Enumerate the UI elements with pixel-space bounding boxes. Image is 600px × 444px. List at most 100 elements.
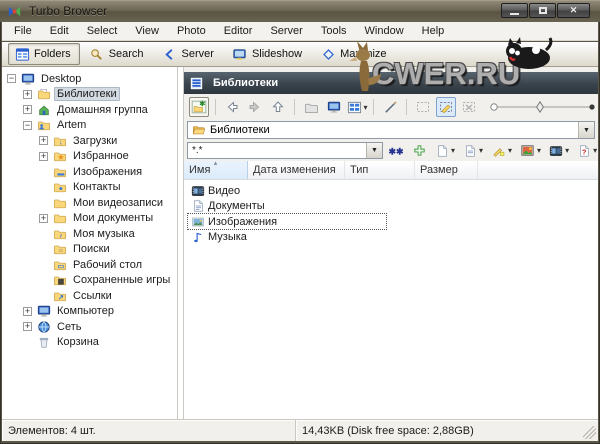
tree-expander-plus[interactable]: + bbox=[39, 136, 48, 146]
tree-item-контакты[interactable]: ● Контакты bbox=[2, 180, 177, 196]
resize-grip-icon[interactable] bbox=[583, 426, 596, 439]
toolbar-separator bbox=[373, 99, 374, 115]
tree-item-рабочий-стол[interactable]: ▭ Рабочий стол bbox=[2, 257, 177, 273]
chevron-down-icon: ▾ bbox=[537, 146, 542, 155]
add-button[interactable] bbox=[409, 142, 430, 160]
monitor-button[interactable] bbox=[324, 97, 344, 117]
menu-tools[interactable]: Tools bbox=[312, 23, 356, 39]
tree-item-мои-видеозаписи[interactable]: Мои видеозаписи bbox=[2, 195, 177, 211]
menu-window[interactable]: Window bbox=[356, 23, 413, 39]
select-edit-icon bbox=[438, 99, 454, 115]
address-combo[interactable]: Библиотеки ▼ bbox=[187, 121, 595, 139]
menu-file[interactable]: File bbox=[5, 23, 41, 39]
toolbar-button-maximize[interactable]: Maximize bbox=[314, 43, 395, 65]
folders-pane-icon: ✱ bbox=[191, 99, 207, 115]
zoom-slider[interactable] bbox=[488, 99, 598, 115]
file-item-видео[interactable]: Видео bbox=[184, 183, 598, 199]
toolbar-button-slideshow[interactable]: Slideshow bbox=[226, 43, 311, 65]
tree-expander-plus[interactable]: + bbox=[23, 306, 32, 316]
tree-item-корзина[interactable]: Корзина bbox=[2, 335, 177, 351]
filter-combo[interactable]: *.* ▼ bbox=[187, 142, 383, 159]
file-item-документы[interactable]: Документы bbox=[184, 199, 598, 215]
new-file-button[interactable]: ▾ bbox=[432, 142, 458, 160]
menu-select[interactable]: Select bbox=[78, 23, 127, 39]
folder-open-icon bbox=[191, 123, 206, 138]
up-button[interactable] bbox=[268, 97, 288, 117]
column-header-размер[interactable]: Размер bbox=[415, 161, 478, 179]
music-file-icon bbox=[190, 230, 205, 245]
tree-item-избранное[interactable]: + ★ Избранное bbox=[2, 149, 177, 165]
folder-favorites-icon: ★ bbox=[52, 149, 67, 164]
tree-item-мои-документы[interactable]: + Мои документы bbox=[2, 211, 177, 227]
column-header-дата-изменения[interactable]: Дата изменения bbox=[248, 161, 345, 179]
pencil-button[interactable] bbox=[380, 97, 400, 117]
film-button[interactable]: ▾ bbox=[546, 142, 572, 160]
toolbar-button-server[interactable]: Server bbox=[156, 43, 223, 65]
tree-item-изображения[interactable]: ▬ Изображения bbox=[2, 164, 177, 180]
list-view-icon bbox=[190, 75, 206, 91]
help-file-button[interactable]: ? ▾ bbox=[574, 142, 600, 160]
column-header-имя[interactable]: ▴ Имя bbox=[184, 160, 248, 179]
tree-expander-minus[interactable]: − bbox=[23, 120, 32, 130]
svg-text:↓: ↓ bbox=[59, 139, 63, 146]
recycle-bin-icon bbox=[36, 335, 51, 350]
minimize-button[interactable] bbox=[501, 3, 528, 18]
status-items-count: Элементов: 4 шт. bbox=[8, 424, 96, 437]
folders-pane-button[interactable]: ✱ bbox=[189, 97, 209, 117]
svg-text:●: ● bbox=[58, 186, 62, 193]
tree-item-моя-музыка[interactable]: ♪ Моя музыка bbox=[2, 226, 177, 242]
open-folder-icon bbox=[304, 100, 319, 115]
menu-help[interactable]: Help bbox=[413, 23, 454, 39]
edit-button[interactable]: ▾ bbox=[488, 142, 515, 160]
status-bar: Элементов: 4 шт. 14,43KB (Disk free spac… bbox=[2, 419, 598, 441]
tree-item-библиотеки[interactable]: + Библиотеки bbox=[2, 87, 177, 103]
select-edit-button[interactable] bbox=[436, 97, 456, 117]
close-button[interactable]: ✕ bbox=[557, 3, 590, 18]
up-icon bbox=[270, 99, 286, 115]
address-dropdown-button[interactable]: ▼ bbox=[578, 122, 594, 138]
pictures-file-icon bbox=[190, 214, 205, 229]
folder-videos-icon bbox=[52, 195, 67, 210]
tree-item-загрузки[interactable]: + ↓ Загрузки bbox=[2, 133, 177, 149]
toolbar-button-folders[interactable]: Folders bbox=[8, 43, 80, 65]
views-button[interactable]: ▾ bbox=[347, 97, 368, 117]
folder-documents-icon bbox=[52, 211, 67, 226]
stars-button[interactable]: ✱✱ bbox=[385, 142, 407, 160]
menu-view[interactable]: View bbox=[126, 23, 168, 39]
tree-expander-minus[interactable]: − bbox=[7, 74, 16, 84]
tree-expander-plus[interactable]: + bbox=[39, 213, 48, 223]
tree-expander-plus[interactable]: + bbox=[23, 105, 32, 115]
menu-server[interactable]: Server bbox=[261, 23, 311, 39]
maximize-button[interactable] bbox=[529, 3, 556, 18]
file-item-изображения[interactable]: Изображения bbox=[184, 213, 598, 231]
tree-item-поиски[interactable]: ○ Поиски bbox=[2, 242, 177, 258]
svg-text:▭: ▭ bbox=[57, 263, 64, 270]
tree-item-компьютер[interactable]: + Компьютер bbox=[2, 304, 177, 320]
tree-expander-plus[interactable]: + bbox=[23, 322, 32, 332]
back-icon bbox=[224, 99, 240, 115]
network-icon bbox=[36, 319, 51, 334]
file-browser-panel: Библиотеки ✱ ▾ Библиотеки ▼ *.* ▼ ✱✱ ▾ ▾ ▾ ▾ ▾… bbox=[184, 67, 598, 419]
image-button[interactable]: ▾ bbox=[517, 142, 544, 160]
menu-editor[interactable]: Editor bbox=[215, 23, 262, 39]
file-item-музыка[interactable]: Музыка bbox=[184, 230, 598, 246]
tree-expander-plus[interactable]: + bbox=[39, 151, 48, 161]
menu-photo[interactable]: Photo bbox=[168, 23, 215, 39]
back-button[interactable] bbox=[222, 97, 242, 117]
filter-dropdown-button[interactable]: ▼ bbox=[366, 143, 382, 158]
tree-item-artem[interactable]: − Artem bbox=[2, 118, 177, 134]
tree-item-сохраненные-игры[interactable]: ▦ Сохраненные игры bbox=[2, 273, 177, 289]
tree-item-сеть[interactable]: + Сеть bbox=[2, 319, 177, 335]
toolbar-button-search[interactable]: Search bbox=[83, 43, 153, 65]
menu-edit[interactable]: Edit bbox=[41, 23, 78, 39]
tree-item-домашняя-группа[interactable]: + Домашняя группа bbox=[2, 102, 177, 118]
tree-expander-plus[interactable]: + bbox=[23, 89, 32, 99]
panel-splitter[interactable] bbox=[177, 67, 184, 419]
column-header-тип[interactable]: Тип bbox=[345, 161, 415, 179]
tree-item-desktop[interactable]: − Desktop bbox=[2, 71, 177, 87]
app-icon bbox=[7, 3, 23, 19]
file-lines-button[interactable]: ▾ bbox=[460, 142, 486, 160]
monitor-icon bbox=[327, 100, 341, 114]
tree-item-ссылки[interactable]: ↗ Ссылки bbox=[2, 288, 177, 304]
main-toolbar: Folders Search Server Slideshow Maximize bbox=[2, 42, 598, 67]
